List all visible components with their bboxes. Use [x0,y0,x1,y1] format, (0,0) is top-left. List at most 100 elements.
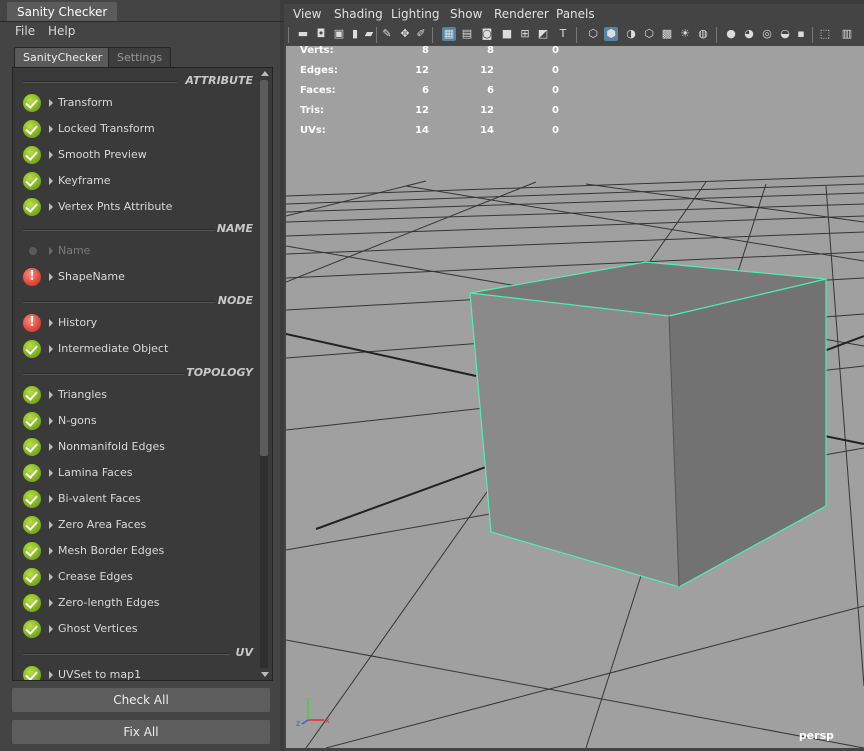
expand-arrow-icon[interactable] [49,99,53,107]
expand-arrow-icon[interactable] [49,319,53,327]
expand-arrow-icon[interactable] [49,203,53,211]
expand-arrow-icon[interactable] [49,469,53,477]
use-all-lights-icon[interactable]: ☀ [678,27,692,41]
menu-view[interactable]: View [293,4,321,24]
check-pass-icon[interactable] [23,490,41,508]
viewport-3d[interactable]: Verts: 8 8 0 Edges: 12 12 0 Faces: 6 6 0 Tris: 12 12 0 U… [286,46,864,748]
gate-mask-icon[interactable]: ■ [500,27,514,41]
check-pass-icon[interactable] [23,412,41,430]
menu-show[interactable]: Show [450,4,482,24]
expand-arrow-icon[interactable] [49,177,53,185]
panel-layout-icon[interactable]: ▥ [840,27,854,41]
check-item[interactable]: UVSet to map1 [13,666,257,680]
bookmarks-icon[interactable]: ▣ [332,27,346,41]
field-chart-icon[interactable]: ⊞ [518,27,532,41]
error-icon[interactable] [23,314,41,332]
error-icon[interactable] [23,268,41,286]
fix-all-button[interactable]: Fix All [12,720,270,744]
tab-settings[interactable]: Settings [108,47,172,67]
scroll-down-icon[interactable] [261,672,269,677]
expand-arrow-icon[interactable] [49,573,53,581]
textured-icon[interactable]: ▩ [660,27,674,41]
safe-title-icon[interactable]: T [556,27,570,41]
check-pass-icon[interactable] [23,516,41,534]
expand-arrow-icon[interactable] [49,345,53,353]
expand-arrow-icon[interactable] [49,391,53,399]
check-item[interactable]: Mesh Border Edges [13,542,257,562]
check-item[interactable]: N-gons [13,412,257,432]
check-item[interactable]: Triangles [13,386,257,406]
check-pass-icon[interactable] [23,120,41,138]
two-d-pan-zoom-icon[interactable]: ✥ [398,27,412,41]
check-pass-icon[interactable] [23,666,41,680]
default-material-icon[interactable]: ◑ [624,27,638,41]
expand-arrow-icon[interactable] [49,521,53,529]
xray-icon[interactable]: ⬚ [818,27,832,41]
check-pass-icon[interactable] [23,542,41,560]
expand-arrow-icon[interactable] [49,417,53,425]
menu-file[interactable]: File [15,22,35,40]
expand-arrow-icon[interactable] [49,547,53,555]
check-pass-icon[interactable] [23,146,41,164]
expand-arrow-icon[interactable] [49,125,53,133]
check-pass-icon[interactable] [23,172,41,190]
check-item[interactable]: Lamina Faces [13,464,257,484]
check-pass-icon[interactable] [23,198,41,216]
expand-arrow-icon[interactable] [49,671,53,679]
expand-arrow-icon[interactable] [49,443,53,451]
selected-cube[interactable] [469,261,827,588]
smooth-shade-icon[interactable]: ⬢ [604,27,618,41]
check-item[interactable]: Smooth Preview [13,146,257,166]
check-pass-icon[interactable] [23,340,41,358]
check-item[interactable]: Crease Edges [13,568,257,588]
expand-arrow-icon[interactable] [49,599,53,607]
check-item[interactable]: Ghost Vertices [13,620,257,640]
grid-icon[interactable]: ▦ [442,27,456,41]
window-title-tab[interactable]: Sanity Checker [0,2,319,22]
check-item[interactable]: Zero Area Faces [13,516,257,536]
check-item[interactable]: Intermediate Object [13,340,257,360]
tab-sanitychecker[interactable]: SanityChecker [14,47,112,67]
motion-blur-icon[interactable]: ◕ [742,27,756,41]
check-item[interactable]: Nonmanifold Edges [13,438,257,458]
check-item[interactable]: Name [13,242,257,262]
camera-attributes-icon[interactable]: ◘ [314,27,328,41]
check-item[interactable]: ShapeName [13,268,257,288]
scroll-thumb[interactable] [260,80,268,456]
check-pass-icon[interactable] [23,568,41,586]
scroll-track[interactable] [260,80,268,668]
depth-of-field-icon[interactable]: ◒ [778,27,792,41]
camera-select-icon[interactable]: ▬ [296,27,310,41]
check-item[interactable]: Bi-valent Faces [13,490,257,510]
menu-renderer[interactable]: Renderer [494,4,549,24]
scrollbar[interactable] [258,68,271,680]
check-pass-icon[interactable] [23,94,41,112]
image-plane-icon[interactable]: ▮ [348,27,362,41]
wireframe-on-shaded-icon[interactable]: ⬡ [642,27,656,41]
check-pass-icon[interactable] [23,438,41,456]
expand-arrow-icon[interactable] [49,625,53,633]
expand-arrow-icon[interactable] [49,273,53,281]
check-item[interactable]: Zero-length Edges [13,594,257,614]
film-gate-icon[interactable]: ▤ [460,27,474,41]
check-item[interactable]: Locked Transform [13,120,257,140]
inactive-dot-icon[interactable] [29,247,37,255]
check-item[interactable]: Transform [13,94,257,114]
safe-action-icon[interactable]: ◩ [536,27,550,41]
isolate-select-icon[interactable]: ▪ [794,27,808,41]
check-item[interactable]: Keyframe [13,172,257,192]
menu-shading[interactable]: Shading [334,4,383,24]
anti-aliasing-icon[interactable]: ◎ [760,27,774,41]
check-all-button[interactable]: Check All [12,688,270,712]
check-pass-icon[interactable] [23,464,41,482]
menu-panels[interactable]: Panels [556,4,595,24]
grease-pencil-icon[interactable]: ✎ [380,27,394,41]
expand-arrow-icon[interactable] [49,247,53,255]
grease-brush-icon[interactable]: ✐ [414,27,428,41]
scroll-up-icon[interactable] [261,71,269,76]
wireframe-icon[interactable]: ⬡ [586,27,600,41]
check-item[interactable]: Vertex Pnts Attribute [13,198,257,218]
menu-lighting[interactable]: Lighting [391,4,440,24]
bookmark-icon[interactable]: ▰ [362,27,376,41]
check-pass-icon[interactable] [23,620,41,638]
